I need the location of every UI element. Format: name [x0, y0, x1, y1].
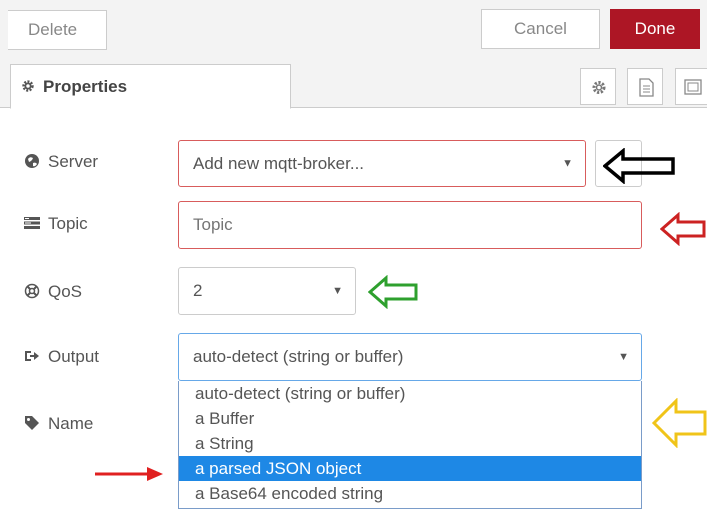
gear-icon: [22, 80, 34, 92]
file-text-icon: [639, 78, 654, 97]
qos-label: QoS: [24, 282, 82, 302]
tab-properties-label: Properties: [43, 77, 128, 96]
topic-label: Topic: [24, 214, 88, 234]
sign-out-icon: [25, 351, 39, 361]
tab-description[interactable]: [627, 68, 663, 105]
window-icon: [684, 79, 702, 95]
qos-select[interactable]: 2 ▼: [178, 267, 356, 315]
life-ring-icon: [24, 283, 40, 299]
list-item[interactable]: auto-detect (string or buffer): [179, 381, 641, 406]
output-select[interactable]: auto-detect (string or buffer) ▼: [178, 333, 642, 381]
list-item[interactable]: a Base64 encoded string: [179, 481, 641, 506]
tag-icon: [25, 416, 39, 430]
globe-icon: [25, 154, 39, 168]
arrow-left-icon: [368, 275, 418, 309]
dropdown-caret-icon: ▼: [618, 351, 629, 363]
tab-properties[interactable]: Properties: [10, 64, 291, 109]
output-select-value: auto-detect (string or buffer): [193, 347, 404, 366]
list-item[interactable]: a String: [179, 431, 641, 456]
arrow-left-icon: [660, 212, 706, 246]
arrow-right-icon: [95, 467, 163, 481]
dropdown-caret-icon: ▼: [332, 285, 343, 297]
output-options-list: auto-detect (string or buffer) a Buffer …: [178, 381, 642, 509]
arrow-left-icon: [603, 148, 675, 184]
list-item-selected[interactable]: a parsed JSON object: [179, 456, 641, 481]
delete-button[interactable]: Delete: [8, 10, 107, 50]
list-item[interactable]: a Buffer: [179, 406, 641, 431]
qos-select-value: 2: [193, 281, 203, 300]
arrow-left-icon: [652, 398, 707, 448]
gear-icon: [592, 81, 606, 94]
server-select[interactable]: Add new mqtt-broker... ▼: [178, 140, 586, 187]
tab-appearance[interactable]: [675, 68, 707, 105]
cancel-button[interactable]: Cancel: [481, 9, 600, 49]
tasks-icon: [24, 217, 40, 229]
server-select-value: Add new mqtt-broker...: [193, 154, 365, 173]
tab-settings[interactable]: [580, 68, 616, 105]
done-button[interactable]: Done: [610, 9, 700, 49]
topic-input[interactable]: [178, 201, 642, 249]
name-label: Name: [24, 414, 93, 434]
dropdown-caret-icon: ▼: [562, 157, 573, 169]
output-label: Output: [24, 347, 99, 367]
server-label: Server: [24, 152, 98, 172]
